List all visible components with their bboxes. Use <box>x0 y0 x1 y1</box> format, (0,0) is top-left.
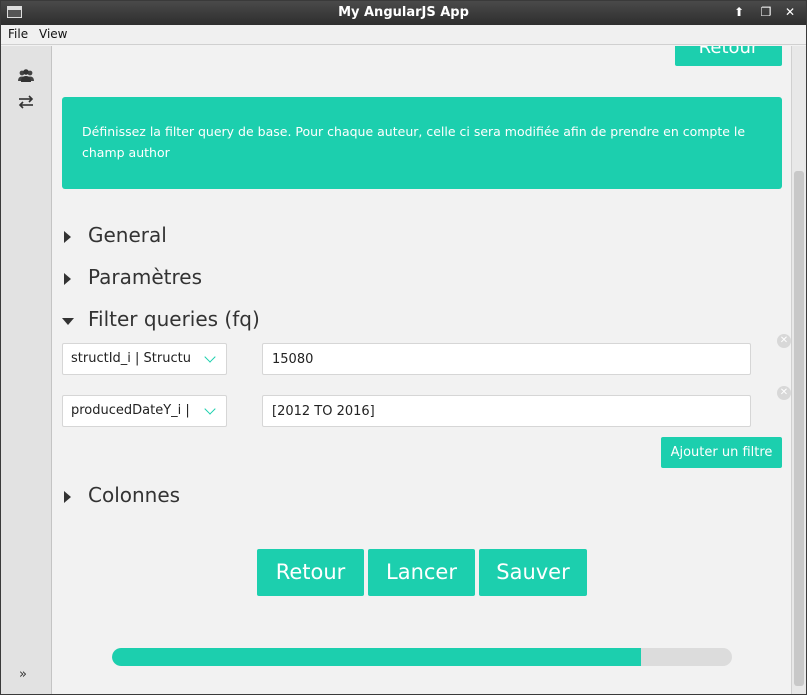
menu-view[interactable]: View <box>39 27 67 41</box>
caret-right-icon <box>64 491 71 503</box>
add-filter-button[interactable]: Ajouter un filtre <box>661 437 782 468</box>
lancer-button[interactable]: Lancer <box>368 549 475 596</box>
filter-field-select[interactable]: structId_i | Structu <box>62 343 227 375</box>
section-filter-queries[interactable]: Filter queries (fq) <box>62 307 262 335</box>
section-parametres[interactable]: Paramètres <box>62 265 222 293</box>
filter-value-input[interactable] <box>262 343 751 375</box>
caret-down-icon <box>62 318 74 325</box>
users-icon[interactable] <box>17 68 35 84</box>
menu-file[interactable]: File <box>8 27 28 41</box>
swap-arrows-icon[interactable] <box>17 94 35 110</box>
title-bar[interactable]: My AngularJS App ⬆ ❐ ✕ <box>1 1 806 25</box>
chevron-down-icon <box>204 403 216 415</box>
section-general[interactable]: General <box>62 223 182 251</box>
top-retour-button[interactable]: Retour <box>675 46 782 66</box>
filter-field-value: producedDateY_i | <box>71 403 190 418</box>
filter-value-input[interactable] <box>262 395 751 427</box>
retour-button[interactable]: Retour <box>257 549 364 596</box>
remove-filter-icon[interactable]: ✕ <box>777 334 791 348</box>
scrollbar-thumb[interactable] <box>794 171 804 686</box>
progress-bar <box>112 648 732 666</box>
sidebar: » <box>1 46 52 694</box>
main-content: Retour Définissez la filter query de bas… <box>53 46 791 694</box>
maximize-icon[interactable]: ❐ <box>758 4 774 20</box>
section-general-label: General <box>88 223 167 247</box>
section-colonnes[interactable]: Colonnes <box>62 483 202 511</box>
filter-field-value: structId_i | Structu <box>71 351 191 366</box>
window-title: My AngularJS App <box>338 5 469 20</box>
sauver-button[interactable]: Sauver <box>479 549 587 596</box>
remove-filter-icon[interactable]: ✕ <box>777 386 791 400</box>
vertical-scrollbar[interactable] <box>791 46 806 694</box>
info-text: Définissez la filter query de base. Pour… <box>82 124 746 160</box>
expand-sidebar-icon[interactable]: » <box>19 667 27 682</box>
section-colonnes-label: Colonnes <box>88 483 181 507</box>
filter-field-select[interactable]: producedDateY_i | <box>62 395 227 427</box>
section-filter-queries-label: Filter queries (fq) <box>88 307 260 331</box>
progress-fill <box>112 648 642 666</box>
info-banner: Définissez la filter query de base. Pour… <box>62 97 782 189</box>
caret-right-icon <box>64 273 71 285</box>
menu-bar: File View <box>1 25 806 45</box>
section-parametres-label: Paramètres <box>88 265 203 289</box>
caret-right-icon <box>64 231 71 243</box>
chevron-down-icon <box>204 351 216 363</box>
app-window: My AngularJS App ⬆ ❐ ✕ File View » Retou… <box>0 0 807 695</box>
close-window-icon[interactable]: ✕ <box>782 4 798 20</box>
keep-above-icon[interactable]: ⬆ <box>731 4 747 20</box>
